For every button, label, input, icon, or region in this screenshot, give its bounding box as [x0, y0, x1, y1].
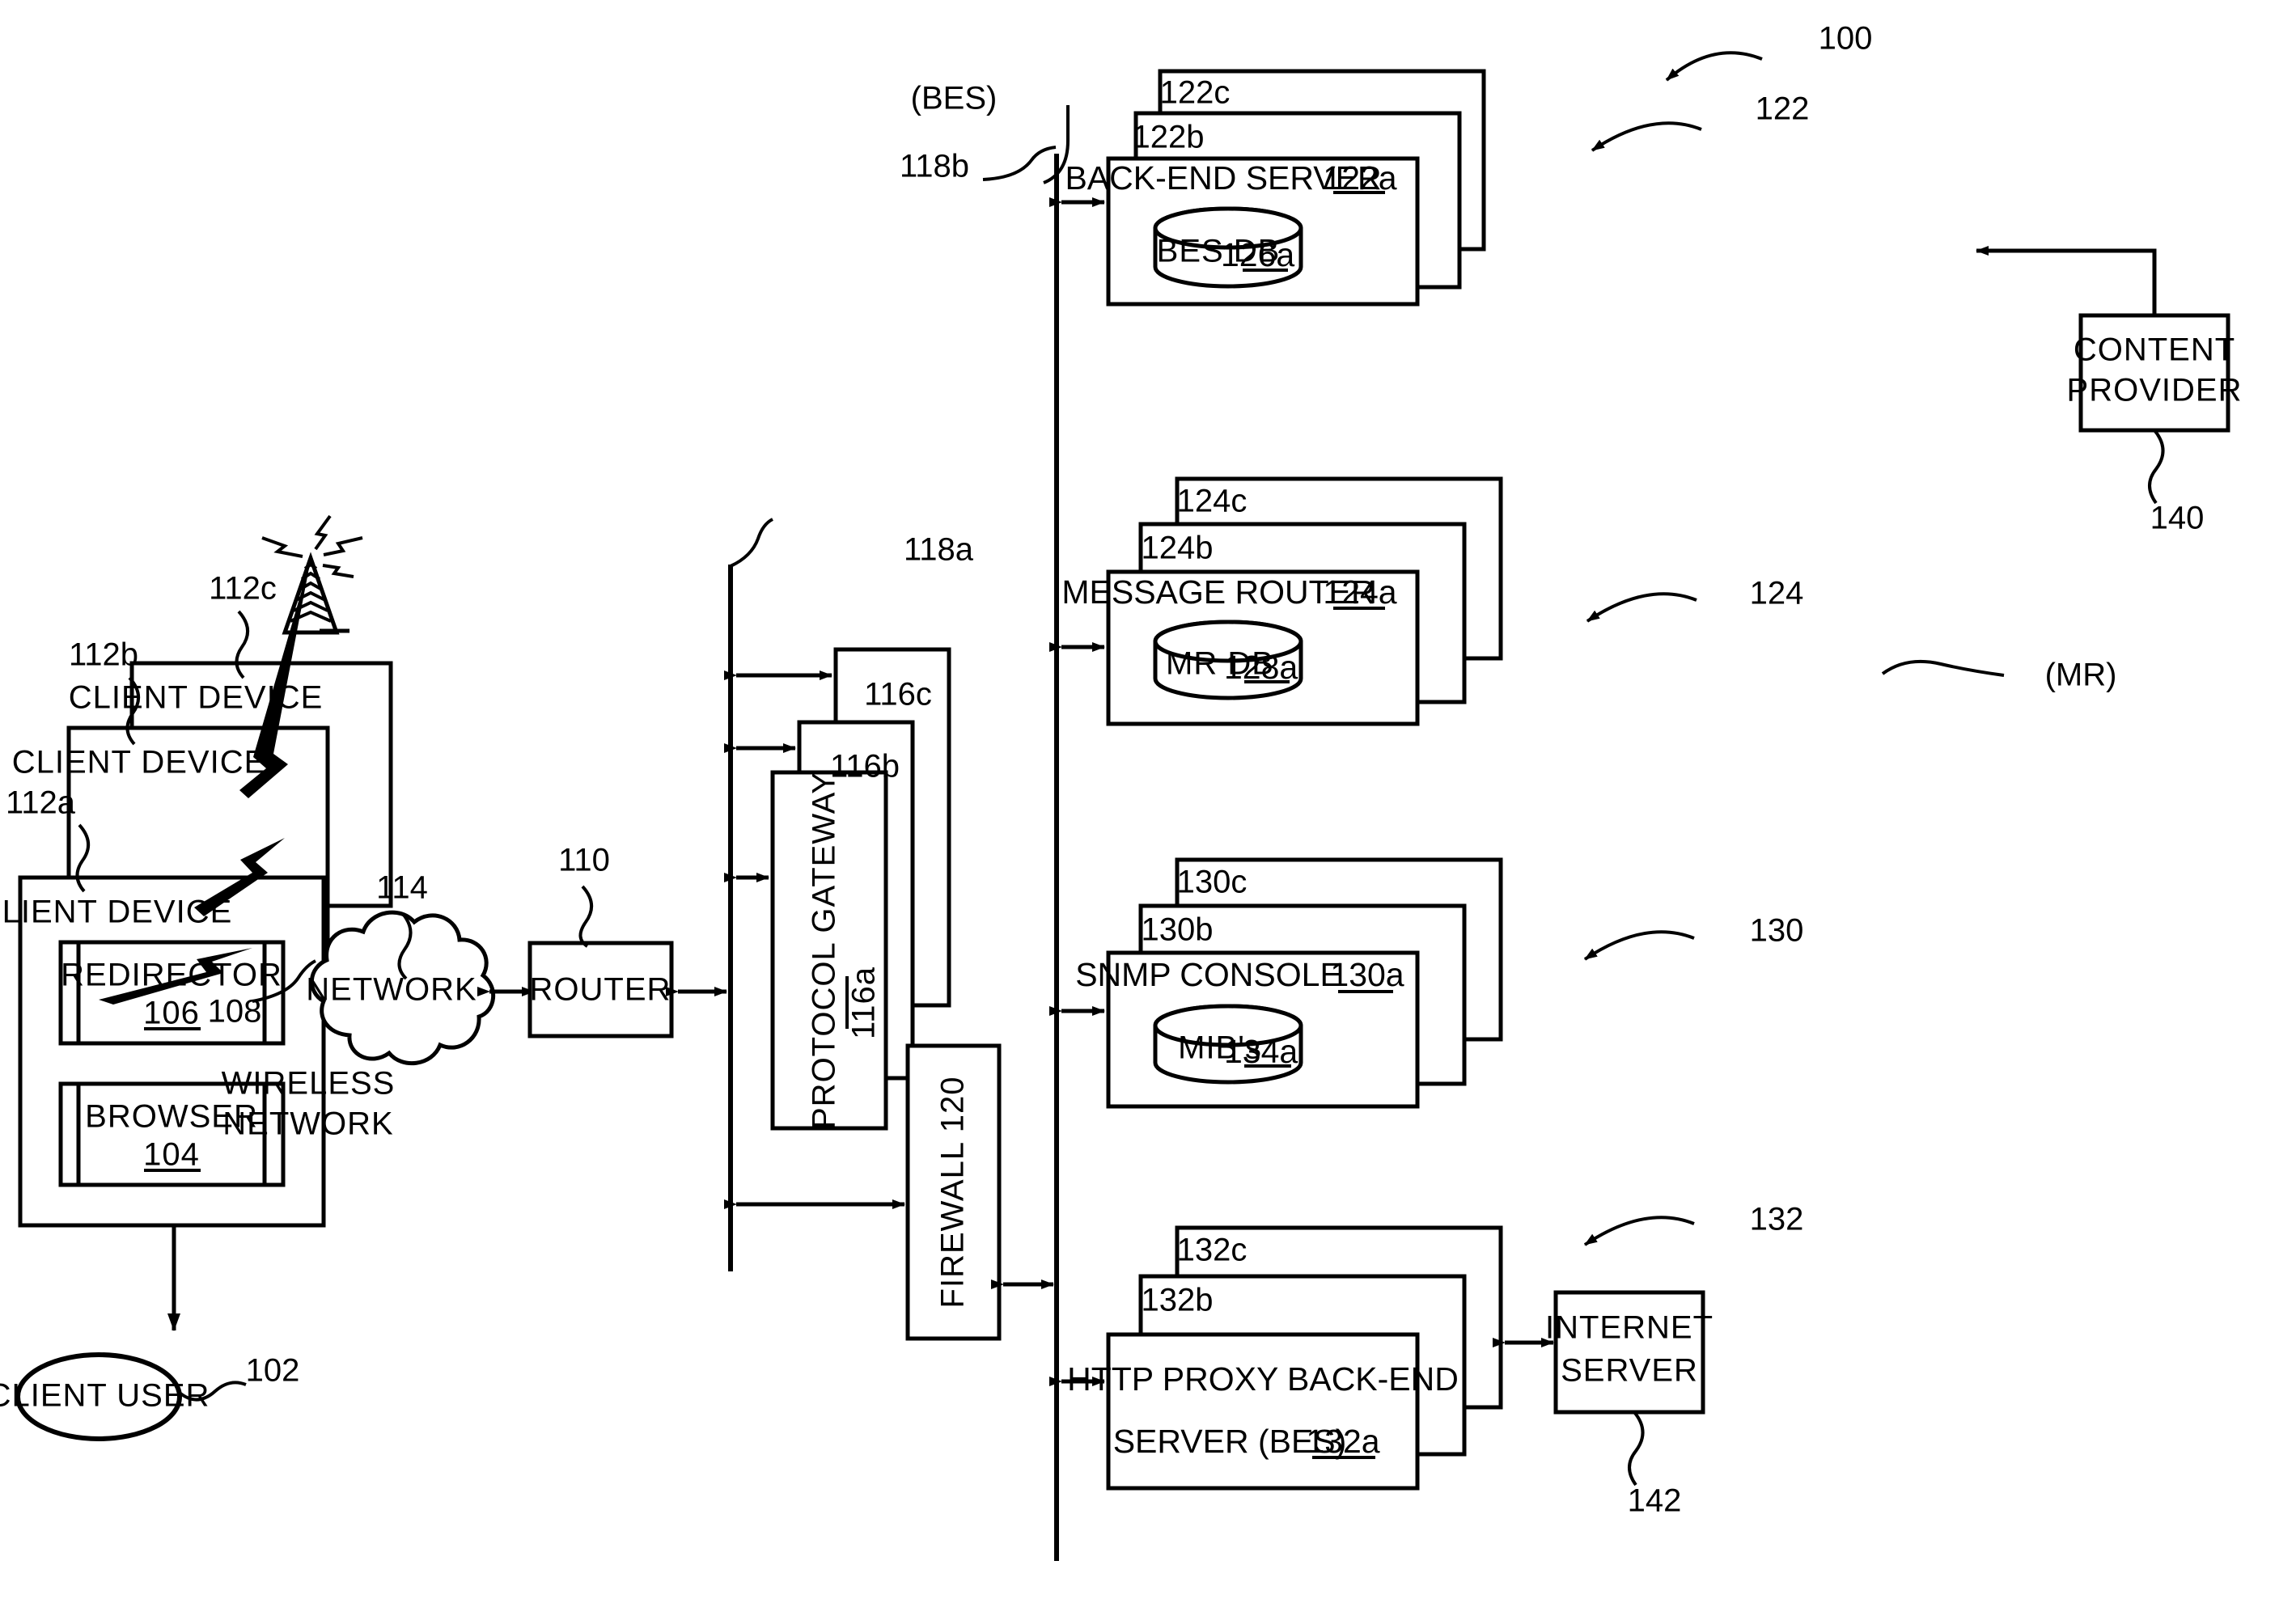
ref-114: 114 — [376, 870, 428, 906]
ref-124b: 124b — [1142, 531, 1214, 566]
browser-ref: 104 — [143, 1137, 200, 1173]
ref-112b: 112b — [69, 637, 138, 673]
ref-108: 108 — [208, 994, 262, 1030]
ref-116c: 116c — [864, 677, 932, 713]
ref-142: 142 — [1628, 1483, 1682, 1519]
internet-server-label-1: INTERNET — [1545, 1310, 1714, 1346]
network-label: NETWORK — [306, 972, 477, 1008]
ref-130b: 130b — [1142, 912, 1214, 948]
http-proxy-bes-label-1: HTTP PROXY BACK-END — [1067, 1360, 1459, 1398]
bes-db-label: BES DB — [1157, 234, 1281, 269]
ref-122-group: 122 — [1756, 91, 1810, 127]
ref-132-group: 132 — [1750, 1202, 1804, 1237]
ref-102: 102 — [246, 1353, 300, 1389]
ref-122c: 122c — [1160, 75, 1231, 111]
ref-124-group: 124 — [1750, 576, 1804, 611]
client-user-label: CLIENT USER — [0, 1378, 210, 1414]
protocol-gateway-label: PROTOCOL GATEWAY — [807, 772, 842, 1129]
content-provider-label-1: CONTENT — [2074, 332, 2235, 368]
http-proxy-bes-ref: 132a — [1306, 1423, 1379, 1460]
protocol-gateway-ref: 116a — [846, 967, 882, 1039]
ref-110: 110 — [558, 843, 610, 878]
ref-112c: 112c — [209, 571, 277, 607]
back-end-server-ref: 122a — [1323, 159, 1396, 197]
ref-132c: 132c — [1177, 1233, 1248, 1268]
ref-130-group: 130 — [1750, 913, 1804, 949]
router-label: ROUTER — [530, 972, 671, 1008]
ref-122b: 122b — [1133, 120, 1205, 155]
mr-db-label: MR DB — [1166, 646, 1274, 682]
client-device-label-112b: CLIENT DEVICE — [12, 745, 267, 780]
ref-130c: 130c — [1177, 865, 1248, 900]
message-router-ref: 124a — [1323, 573, 1396, 611]
ref-132b: 132b — [1142, 1283, 1214, 1318]
bes-acronym: (BES) — [911, 81, 998, 116]
wireless-network-label-1: WIRELESS — [222, 1066, 396, 1102]
redirector-ref: 106 — [143, 996, 200, 1031]
ref-116b: 116b — [830, 749, 900, 785]
client-device-label-112c: CLIENT DEVICE — [69, 680, 324, 716]
patent-figure-canvas: CLIENT DEVICE CLIENT DEVICE CLIENT DEVIC… — [0, 0, 2296, 1620]
redirector-label: REDIRECTOR — [61, 958, 282, 993]
mib-db-label: MIB's — [1178, 1030, 1262, 1066]
ref-140: 140 — [2150, 501, 2205, 536]
ref-118b: 118b — [900, 149, 969, 184]
wireless-network-label-2: NETWORK — [222, 1106, 393, 1142]
ref-100-system: 100 — [1819, 21, 1873, 57]
ref-112a: 112a — [6, 785, 76, 821]
snmp-console-ref: 130a — [1330, 956, 1404, 993]
content-provider-label-2: PROVIDER — [2067, 373, 2243, 408]
firewall-label: FIREWALL 120 — [935, 1076, 971, 1309]
snmp-console-label: SNMP CONSOLE — [1075, 956, 1342, 993]
ref-124c: 124c — [1177, 484, 1248, 519]
internet-server-label-2: SERVER — [1561, 1353, 1698, 1389]
ref-118a: 118a — [904, 532, 974, 568]
client-device-label-112a: CLIENT DEVICE — [0, 895, 232, 930]
mr-acronym: (MR) — [2045, 658, 2117, 693]
